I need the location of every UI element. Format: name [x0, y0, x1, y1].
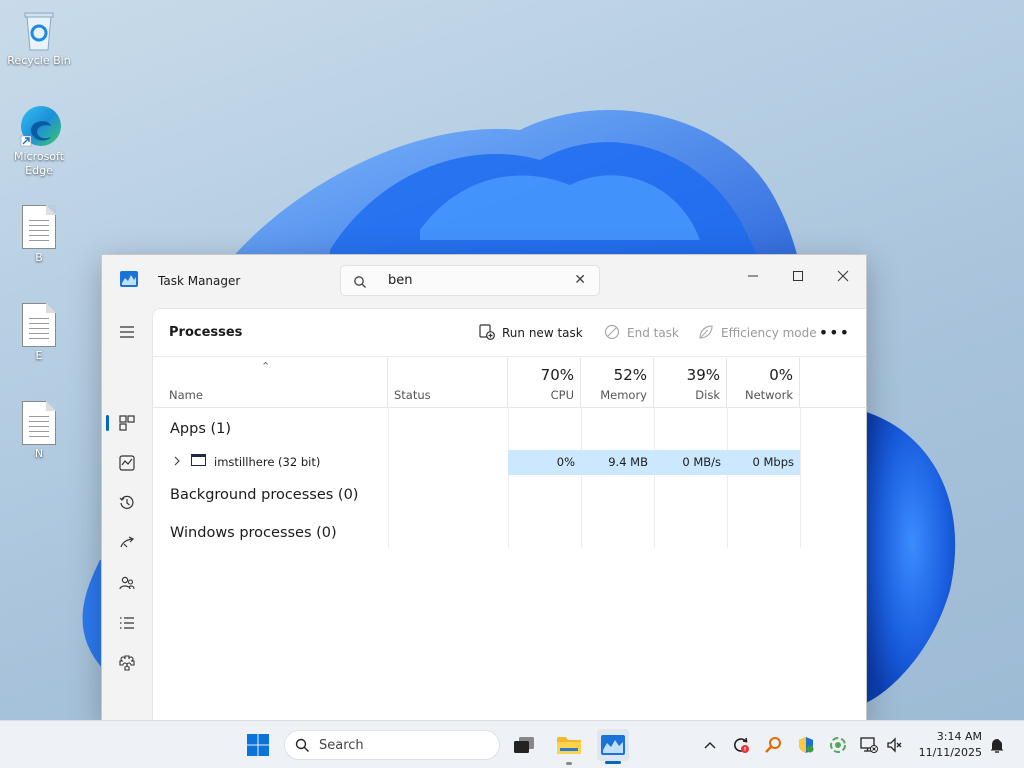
hamburger-menu-icon[interactable] — [112, 317, 142, 347]
notification-bell-icon[interactable] — [987, 735, 1007, 755]
sort-ascending-icon: ⌃ — [261, 360, 271, 373]
column-header-network[interactable]: 0% Network — [727, 358, 800, 408]
end-task-button[interactable]: End task — [604, 323, 679, 343]
column-divider — [654, 408, 655, 548]
nav-services-icon[interactable] — [112, 648, 142, 678]
clock-date: 11/11/2025 — [918, 746, 982, 759]
end-task-icon — [604, 324, 620, 343]
task-view-button[interactable] — [508, 729, 540, 761]
efficiency-mode-button[interactable]: Efficiency mode — [698, 323, 817, 343]
app-window-icon — [191, 454, 206, 469]
title-bar[interactable]: Task Manager ben ✕ — [102, 255, 866, 307]
chevron-right-icon[interactable] — [173, 455, 181, 469]
document-icon — [19, 401, 59, 445]
column-header-disk[interactable]: 39% Disk — [654, 358, 727, 408]
column-header-name[interactable]: ⌃ Name — [153, 358, 388, 408]
task-manager-window: Task Manager ben ✕ Processes Run new tas… — [101, 254, 867, 722]
process-cpu: 0% — [556, 455, 575, 469]
task-manager-taskbar-button[interactable] — [597, 729, 629, 761]
start-button[interactable] — [242, 729, 274, 761]
security-shield-icon[interactable] — [796, 735, 816, 755]
nav-users-icon[interactable] — [112, 568, 142, 598]
column-header-cpu[interactable]: 70% CPU — [508, 358, 581, 408]
active-app-indicator — [605, 761, 621, 764]
desktop-icon-label: Microsoft Edge — [13, 150, 65, 177]
desktop-icon-file-b[interactable]: B — [3, 205, 75, 265]
windows-logo-icon — [247, 734, 269, 756]
show-hidden-icons-chevron-up-icon[interactable] — [700, 735, 720, 755]
navigation-pane — [102, 307, 152, 721]
column-header-filler — [800, 358, 867, 408]
process-memory: 9.4 MB — [608, 455, 648, 469]
nav-details-icon[interactable] — [112, 608, 142, 638]
leaf-icon — [698, 324, 714, 343]
desktop-icon-file-e[interactable]: E — [3, 303, 75, 363]
nav-startup-apps-icon[interactable] — [112, 528, 142, 558]
column-divider — [388, 408, 389, 548]
column-header-memory[interactable]: 52% Memory — [581, 358, 654, 408]
system-clock[interactable]: 3:14 AM 11/11/2025 — [912, 729, 982, 761]
column-divider — [727, 408, 728, 548]
page-title: Processes — [169, 325, 243, 340]
clear-search-icon[interactable]: ✕ — [574, 272, 586, 288]
group-header-background: Background processes (0) — [170, 487, 359, 503]
sync-error-icon[interactable] — [731, 735, 751, 755]
desktop-icon-label: B — [35, 251, 43, 264]
close-button[interactable] — [820, 261, 866, 291]
group-header-windows: Windows processes (0) — [170, 525, 337, 541]
recycle-bin-icon — [19, 8, 59, 52]
run-new-task-icon — [479, 323, 495, 343]
nav-app-history-icon[interactable] — [112, 488, 142, 518]
search-icon — [295, 738, 310, 757]
search-input[interactable]: ben — [388, 273, 413, 288]
desktop-icon-label: E — [35, 349, 43, 362]
running-indicator — [566, 762, 572, 765]
desktop-icon-edge[interactable]: Microsoft Edge — [3, 104, 75, 178]
process-name-cell: imstillhere (32 bit) — [173, 454, 320, 469]
desktop-icon-label: Recycle Bin — [7, 54, 71, 67]
volume-muted-icon[interactable] — [885, 735, 905, 755]
task-manager-icon — [601, 735, 625, 755]
search-box[interactable]: ben ✕ — [340, 265, 600, 296]
clock-time: 3:14 AM — [936, 730, 982, 743]
edge-icon — [19, 104, 61, 148]
task-manager-logo-icon — [120, 271, 138, 287]
document-icon — [19, 303, 59, 347]
run-new-task-button[interactable]: Run new task — [479, 323, 583, 343]
table-row[interactable]: imstillhere (32 bit) 0% 9.4 MB 0 MB/s 0 … — [153, 450, 867, 475]
column-divider — [508, 408, 509, 548]
nav-active-indicator — [106, 415, 109, 431]
column-divider — [581, 408, 582, 548]
process-name: imstillhere (32 bit) — [214, 454, 321, 469]
document-icon — [19, 205, 59, 249]
maximize-button[interactable] — [775, 261, 821, 291]
folder-icon — [557, 737, 581, 754]
column-header-status[interactable]: Status — [388, 358, 508, 408]
command-bar: Processes Run new task End task Efficien… — [153, 309, 866, 357]
file-explorer-button[interactable] — [553, 729, 585, 761]
desktop-icon-recycle-bin[interactable]: Recycle Bin — [3, 8, 75, 68]
desktop-icon-label: N — [34, 447, 44, 460]
process-network: 0 Mbps — [752, 455, 795, 469]
magnifier-key-icon[interactable] — [763, 735, 783, 755]
nav-performance-icon[interactable] — [112, 448, 142, 478]
desktop-icon-file-n[interactable]: N — [3, 401, 75, 461]
more-options-button[interactable]: ••• — [819, 323, 850, 342]
column-divider — [800, 408, 801, 548]
nav-processes-icon[interactable] — [112, 408, 142, 438]
processes-panel: Processes Run new task End task Efficien… — [152, 308, 867, 722]
window-title: Task Manager — [158, 274, 241, 288]
taskbar: Search 3:14 AM 11/11/2025 — [0, 720, 1024, 768]
app-tray-icon[interactable] — [828, 735, 848, 755]
network-disconnected-icon[interactable] — [859, 735, 879, 755]
process-disk: 0 MB/s — [682, 455, 721, 469]
group-header-apps: Apps (1) — [170, 421, 232, 437]
minimize-button[interactable] — [730, 261, 776, 291]
search-icon — [353, 274, 367, 293]
task-view-icon — [514, 737, 534, 753]
taskbar-search-box[interactable]: Search — [284, 730, 500, 760]
